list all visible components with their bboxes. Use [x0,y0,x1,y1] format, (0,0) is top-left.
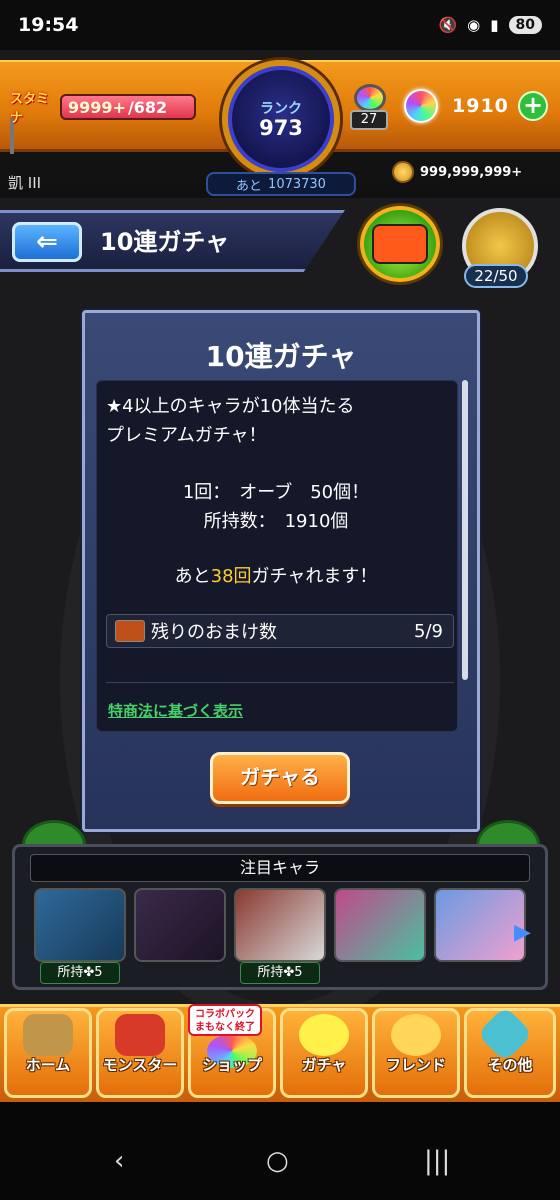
nav-other-label: その他 [487,1056,533,1074]
remain-count: 38回 [210,566,252,587]
owned-tag: 所持✤5 [40,962,120,984]
character-portrait [34,888,126,962]
rank-next-label: あと [236,178,263,194]
orbs-owned: 所持数： 1910個 [203,511,349,532]
stamina-meter[interactable]: スタミナ 9999+ /682 [10,92,196,126]
rank-label: ランク [260,101,302,117]
desc-line-1: ★4以上のキャラが10体当たる [106,396,355,417]
status-bar: 19:54 🔇 ◉ ▮ 80 [0,0,560,50]
character-portrait [434,888,526,962]
orb-icon [404,89,438,123]
rank-next-exp: あと 1073730 [206,172,356,196]
gacha-description: ★4以上のキャラが10体当たる プレミアムガチャ！ [106,392,446,450]
dialog-title: 10連ガチャ [205,340,357,373]
coin-icon [392,161,414,183]
lab-level: 27 [350,110,388,130]
clock: 19:54 [18,14,79,36]
bonus-chainsaw-icon [115,620,145,642]
stamina-max: /682 [127,97,168,117]
desc-line-2: プレミアムガチャ！ [106,425,267,446]
mute-icon: 🔇 [438,16,458,34]
nav-friend-label: フレンド [385,1056,446,1074]
nav-home-label: ホーム [25,1056,71,1074]
featured-character[interactable] [134,888,226,986]
bonus-label: 残りのおまけ数 [151,622,277,643]
remain-prefix: あと [174,566,211,587]
event-icon[interactable] [360,206,440,282]
orb-count: 1910 [452,95,509,117]
coin-counter: 999,999,999+ [392,160,522,184]
page-title: 10連ガチャ [100,228,230,256]
character-portrait [134,888,226,962]
character-portrait [234,888,326,962]
nav-gacha-label: ガチャ [301,1056,347,1074]
scroll-right-arrow-icon[interactable]: ▶ [514,920,531,950]
featured-title: 注目キャラ [30,854,530,882]
lab-orb-icon [354,84,386,112]
coin-count: 999,999,999+ [420,164,523,180]
mission-count: 22/50 [464,264,528,288]
wifi-icon: ◉ [467,16,481,34]
remain-suffix: ガチャれます！ [251,566,378,587]
bonus-row: 残りのおまけ数 5/9 [106,614,454,648]
gacha-cost: 1回： オーブ 50個！ 所持数： 1910個 [106,478,446,536]
rank-next-value: 1073730 [268,176,326,192]
battery-icon: 80 [508,16,542,34]
featured-character[interactable]: 所持✤5 [34,888,126,986]
friend-balloon-icon [391,1014,441,1056]
cost-per-roll: 1回： オーブ 50個！ [182,482,370,503]
home-icon [23,1014,73,1056]
nav-monster-label: モンスター [102,1056,178,1074]
divider [106,682,454,683]
monster-icon [115,1014,165,1056]
nav-shop-label: ショップ [201,1056,262,1074]
featured-character[interactable]: 所持✤5 [234,888,326,986]
featured-character-list: 所持✤5 所持✤5 [34,888,526,986]
chainsaw-character-icon [372,224,428,264]
back-nav-icon[interactable]: ‹ [114,1146,124,1176]
character-portrait [334,888,426,962]
bonus-value: 5/9 [414,620,443,642]
rank-badge[interactable]: ランク 973 [222,60,340,178]
orb-counter: 1910 + [404,86,548,126]
featured-character[interactable] [334,888,426,986]
stamina-current: 9999+ [68,97,126,117]
home-nav-icon[interactable]: ○ [266,1146,289,1176]
remaining-rolls: あと38回ガチャれます！ [106,562,446,588]
dialog-scrollbar[interactable] [462,380,468,680]
add-orb-button[interactable]: + [518,91,548,121]
rank-value: 973 [259,116,303,140]
status-icons: 🔇 ◉ ▮ 80 [438,16,542,34]
legal-notice-link[interactable]: 特商法に基づく表示 [108,700,243,721]
recents-nav-icon[interactable]: ||| [424,1146,450,1176]
back-button[interactable]: ⇐ [12,222,82,262]
shop-sale-badge: コラボパック まもなく終了 [188,1004,262,1036]
player-name: 凱 III [8,174,42,192]
featured-character[interactable] [434,888,526,986]
gacha-egg-icon [299,1014,349,1056]
gacha-button[interactable]: ガチャる [210,752,350,804]
stamina-label: スタミナ [10,92,50,126]
lab-level-badge[interactable]: 27 [350,84,390,132]
signal-icon: ▮ [490,16,499,34]
stamina-bar: 9999+ /682 [60,94,196,120]
back-arrow-icon: ⇐ [36,227,58,257]
owned-tag: 所持✤5 [240,962,320,984]
